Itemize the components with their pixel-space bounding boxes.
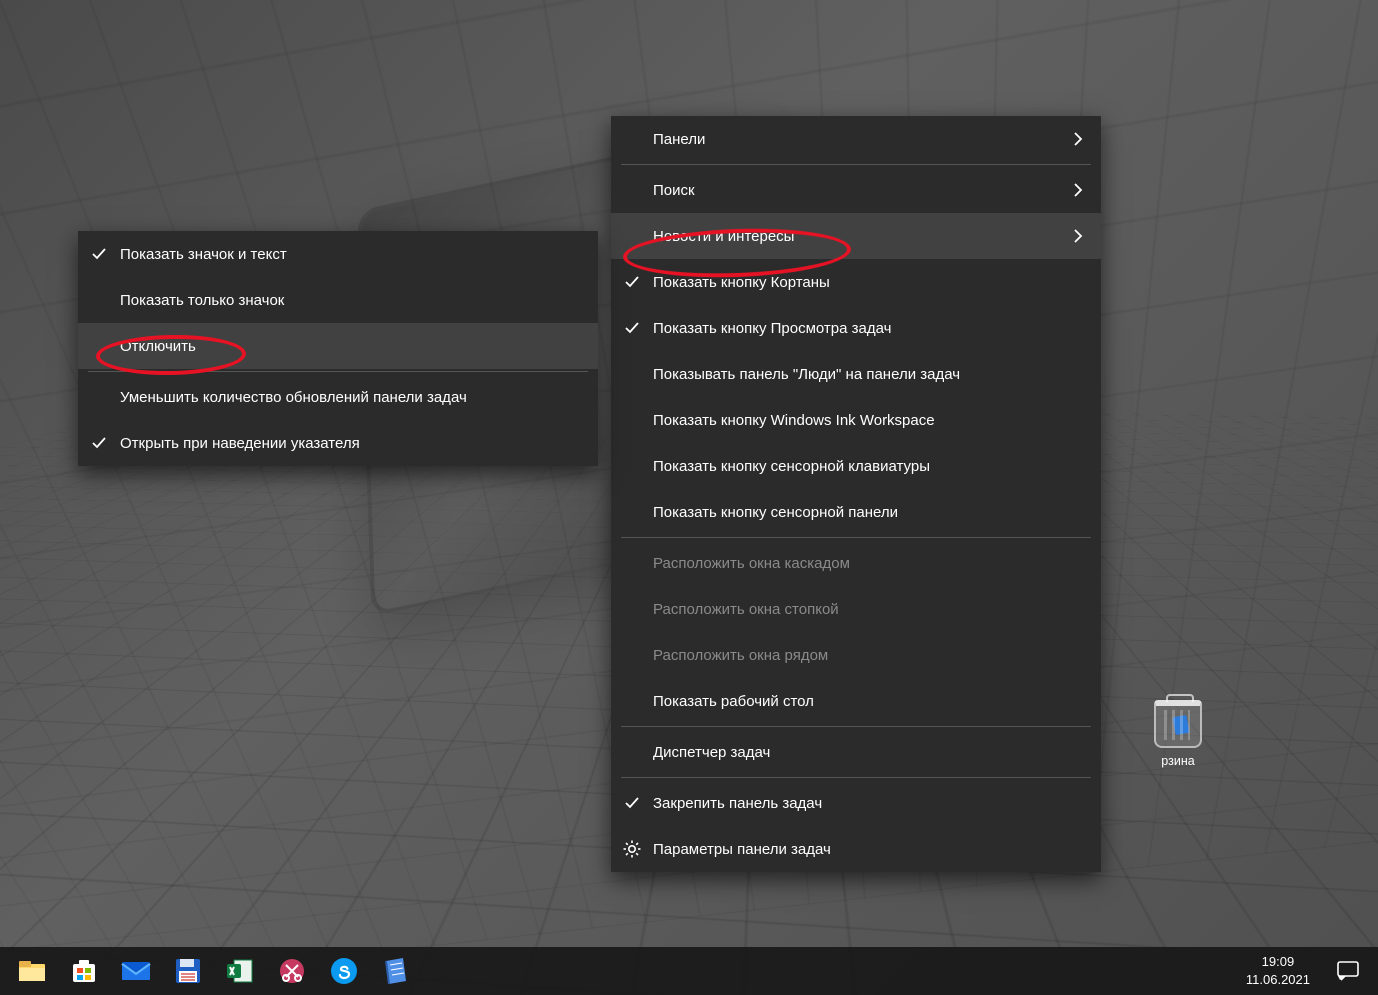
menu-label: Показать кнопку Windows Ink Workspace: [653, 412, 1083, 429]
checkmark-icon: [78, 435, 120, 451]
menu-label: Показать кнопку Кортаны: [653, 274, 1083, 291]
menu-label: Отключить: [120, 338, 580, 355]
checkmark-icon: [611, 274, 653, 290]
menu-label: Параметры панели задач: [653, 841, 1083, 858]
menu-separator: [621, 164, 1091, 165]
menu-item-show-desktop[interactable]: Показать рабочий стол: [611, 678, 1101, 724]
menu-item-search[interactable]: Поиск: [611, 167, 1101, 213]
taskbar-snip-icon[interactable]: [266, 947, 318, 995]
taskbar-ms-store-icon[interactable]: [58, 947, 110, 995]
menu-item-side-by-side[interactable]: Расположить окна рядом: [611, 632, 1101, 678]
menu-item-task-view-button[interactable]: Показать кнопку Просмотра задач: [611, 305, 1101, 351]
menu-item-touch-keyboard[interactable]: Показать кнопку сенсорной клавиатуры: [611, 443, 1101, 489]
menu-label: Показать рабочий стол: [653, 693, 1083, 710]
submenu-item-disable[interactable]: Отключить: [78, 323, 598, 369]
menu-label: Расположить окна стопкой: [653, 601, 1083, 618]
submenu-item-reduce-updates[interactable]: Уменьшить количество обновлений панели з…: [78, 374, 598, 420]
chevron-right-icon: [1073, 132, 1083, 146]
action-center-icon[interactable]: [1324, 947, 1372, 995]
clock-date: 11.06.2021: [1246, 971, 1310, 989]
menu-label: Поиск: [653, 182, 1061, 199]
menu-separator: [621, 726, 1091, 727]
recycle-bin-label: рзина: [1148, 754, 1208, 768]
gear-icon: [611, 840, 653, 858]
menu-item-panels[interactable]: Панели: [611, 116, 1101, 162]
menu-label: Показать кнопку сенсорной клавиатуры: [653, 458, 1083, 475]
recycle-bin-icon: [1154, 700, 1202, 748]
menu-item-cortana-button[interactable]: Показать кнопку Кортаны: [611, 259, 1101, 305]
menu-separator: [621, 537, 1091, 538]
taskbar-mail-icon[interactable]: [110, 947, 162, 995]
taskbar-floppy-notes-icon[interactable]: [162, 947, 214, 995]
menu-item-people[interactable]: Показывать панель "Люди" на панели задач: [611, 351, 1101, 397]
taskbar: 19:09 11.06.2021: [0, 947, 1378, 995]
menu-item-stack[interactable]: Расположить окна стопкой: [611, 586, 1101, 632]
menu-item-cascade[interactable]: Расположить окна каскадом: [611, 540, 1101, 586]
chevron-right-icon: [1073, 229, 1083, 243]
menu-label: Показать только значок: [120, 292, 580, 309]
taskbar-clock[interactable]: 19:09 11.06.2021: [1234, 953, 1322, 988]
menu-label: Показать значок и текст: [120, 246, 580, 263]
menu-label: Уменьшить количество обновлений панели з…: [120, 389, 580, 406]
menu-label: Закрепить панель задач: [653, 795, 1083, 812]
system-tray: 19:09 11.06.2021: [1234, 947, 1372, 995]
menu-label: Показывать панель "Люди" на панели задач: [653, 366, 1083, 383]
menu-label: Новости и интересы: [653, 228, 1061, 245]
menu-item-task-manager[interactable]: Диспетчер задач: [611, 729, 1101, 775]
menu-item-taskbar-settings[interactable]: Параметры панели задач: [611, 826, 1101, 872]
taskbar-file-explorer-icon[interactable]: [6, 947, 58, 995]
checkmark-icon: [611, 320, 653, 336]
menu-label: Диспетчер задач: [653, 744, 1083, 761]
clock-time: 19:09: [1246, 953, 1310, 971]
menu-label: Расположить окна каскадом: [653, 555, 1083, 572]
menu-label: Показать кнопку сенсорной панели: [653, 504, 1083, 521]
menu-item-news-interests[interactable]: Новости и интересы: [611, 213, 1101, 259]
menu-item-ink-workspace[interactable]: Показать кнопку Windows Ink Workspace: [611, 397, 1101, 443]
menu-separator: [621, 777, 1091, 778]
taskbar-skype-icon[interactable]: [318, 947, 370, 995]
chevron-right-icon: [1073, 183, 1083, 197]
taskbar-notebook-icon[interactable]: [370, 947, 422, 995]
checkmark-icon: [611, 795, 653, 811]
menu-separator: [88, 371, 588, 372]
news-interests-submenu: Показать значок и текст Показать только …: [78, 231, 598, 466]
menu-label: Открыть при наведении указателя: [120, 435, 580, 452]
menu-label: Расположить окна рядом: [653, 647, 1083, 664]
submenu-item-open-on-hover[interactable]: Открыть при наведении указателя: [78, 420, 598, 466]
submenu-item-show-icon-text[interactable]: Показать значок и текст: [78, 231, 598, 277]
menu-item-touchpad[interactable]: Показать кнопку сенсорной панели: [611, 489, 1101, 535]
taskbar-excel-icon[interactable]: [214, 947, 266, 995]
menu-label: Показать кнопку Просмотра задач: [653, 320, 1083, 337]
menu-item-lock-taskbar[interactable]: Закрепить панель задач: [611, 780, 1101, 826]
checkmark-icon: [78, 246, 120, 262]
recycle-bin[interactable]: рзина: [1148, 700, 1208, 768]
submenu-item-show-icon-only[interactable]: Показать только значок: [78, 277, 598, 323]
taskbar-context-menu: Панели Поиск Новости и интересы Показать…: [611, 116, 1101, 872]
menu-label: Панели: [653, 131, 1061, 148]
